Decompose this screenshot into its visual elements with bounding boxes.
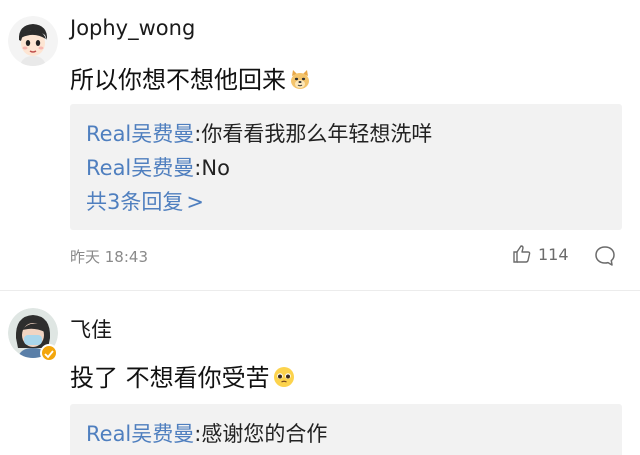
reply-text: 感谢您的合作 [201, 422, 328, 446]
cartoon-avatar-icon [8, 16, 58, 66]
reply-item[interactable]: Real吴费曼:你看看我那么年轻想洗咩 [86, 118, 432, 148]
comment-item: 飞佳 投了 不想看你受苦 Real吴费曼:感谢您的合作 [0, 292, 640, 455]
like-count: 114 [538, 244, 569, 264]
comment-time: 昨天 18:43 [70, 248, 148, 266]
comment-bubble-icon [595, 246, 615, 266]
doge-emoji-icon [288, 67, 312, 91]
chevron-right-icon: > [186, 190, 204, 214]
username[interactable]: 飞佳 [70, 314, 112, 344]
reply-text: No [201, 156, 230, 180]
reply-username[interactable]: Real吴费曼 [86, 122, 194, 146]
replies-box[interactable]: Real吴费曼:你看看我那么年轻想洗咩 Real吴费曼:No 共3条回复 > [70, 104, 622, 230]
comment-item: Jophy_wong 所以你想不想他回来 Real吴费曼:你看看我那么年轻想洗咩… [0, 0, 640, 292]
replies-box[interactable]: Real吴费曼:感谢您的合作 [70, 404, 622, 455]
comment-text: 投了 不想看你受苦 [70, 358, 296, 393]
check-icon [44, 350, 54, 359]
reply-username[interactable]: Real吴费曼 [86, 422, 194, 446]
reply-item[interactable]: Real吴费曼:No [86, 152, 230, 182]
divider [0, 290, 640, 291]
avatar[interactable] [8, 16, 58, 66]
reply-username[interactable]: Real吴费曼 [86, 156, 194, 180]
like-button[interactable]: 114 [512, 244, 569, 264]
reply-item[interactable]: Real吴费曼:感谢您的合作 [86, 418, 327, 448]
comment-text: 所以你想不想他回来 [70, 60, 312, 95]
comment-body: 所以你想不想他回来 [70, 66, 286, 94]
verified-badge [40, 344, 58, 362]
username[interactable]: Jophy_wong [70, 16, 195, 40]
thumbs-up-icon [513, 245, 531, 263]
reply-button[interactable] [593, 244, 617, 268]
comment-body: 投了 不想看你受苦 [70, 364, 270, 392]
reply-text: 你看看我那么年轻想洗咩 [201, 122, 433, 146]
pleading-face-emoji-icon [272, 365, 296, 389]
more-replies-label: 共3条回复 [86, 190, 184, 214]
more-replies-link[interactable]: 共3条回复 > [86, 186, 204, 216]
